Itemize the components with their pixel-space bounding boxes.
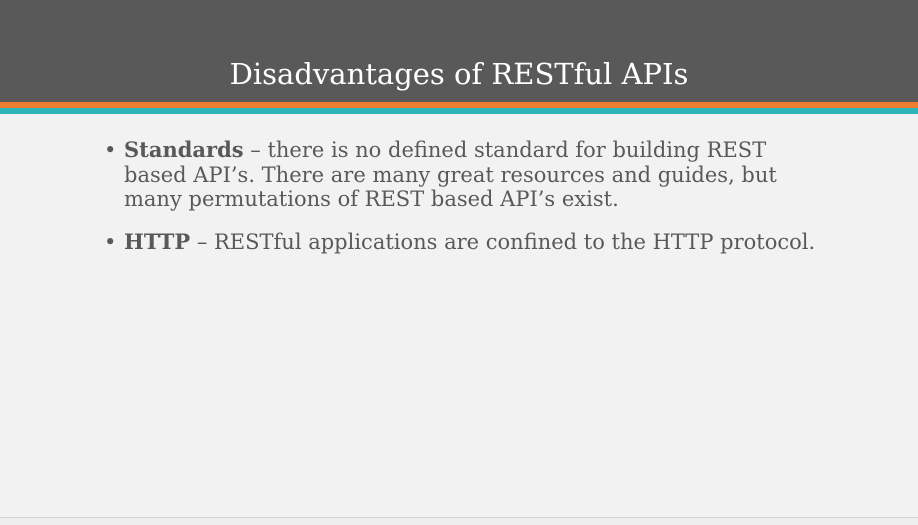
bullet-marker: • [104,229,117,254]
bullet-item-standards: • Standards – there is no defined standa… [104,137,824,212]
bottom-strip [0,518,918,525]
bullet-list: • Standards – there is no defined standa… [104,137,824,272]
bullet-term: Standards [124,137,244,162]
slide: Disadvantages of RESTful APIs • Standard… [0,0,918,525]
bullet-item-http: • HTTP – RESTful applications are confin… [104,228,824,255]
bullet-text: – RESTful applications are confined to t… [190,229,816,254]
bullet-marker: • [104,138,117,162]
accent-stripe-teal [0,108,918,114]
slide-title: Disadvantages of RESTful APIs [229,57,689,91]
bullet-term: HTTP [124,228,191,254]
